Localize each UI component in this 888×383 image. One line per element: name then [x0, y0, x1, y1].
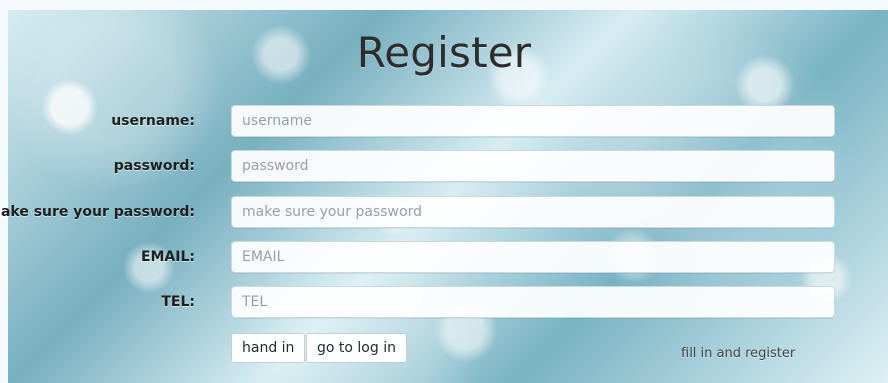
username-label: username: — [111, 113, 195, 129]
form-row-email: EMAIL: — [0, 241, 888, 273]
form-row-confirm-password: make sure your password: — [0, 196, 888, 228]
form-row-tel: TEL: — [0, 286, 888, 318]
form-row-username: username: — [0, 105, 888, 137]
tel-input[interactable] — [231, 286, 835, 318]
register-hint: fill in and register — [681, 346, 796, 361]
go-to-login-button[interactable]: go to log in — [306, 333, 407, 363]
page-title: Register — [356, 28, 532, 77]
tel-label: TEL: — [161, 294, 195, 310]
form-row-password: password: — [0, 150, 888, 182]
email-input[interactable] — [231, 241, 835, 273]
password-input[interactable] — [231, 150, 835, 182]
confirm-password-input[interactable] — [231, 196, 835, 228]
username-input[interactable] — [231, 105, 835, 137]
password-label: password: — [113, 158, 195, 174]
hand-in-button[interactable]: hand in — [231, 333, 306, 363]
confirm-password-label: make sure your password: — [0, 204, 195, 220]
email-label: EMAIL: — [140, 249, 195, 265]
